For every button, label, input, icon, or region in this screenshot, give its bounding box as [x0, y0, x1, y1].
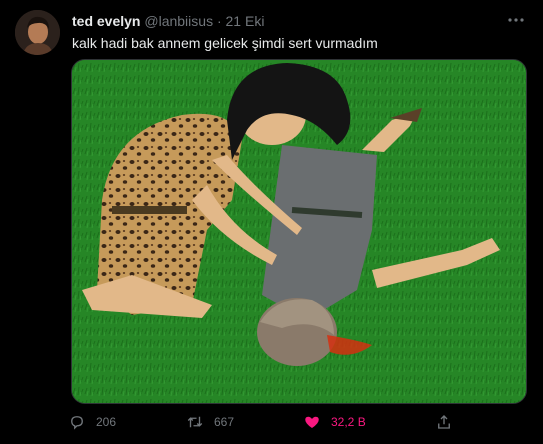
- cartoon-image: [72, 60, 526, 403]
- retweet-button[interactable]: 667: [186, 411, 234, 433]
- share-icon: [438, 415, 450, 429]
- user-handle[interactable]: @lanbiisus: [144, 13, 213, 29]
- tweet-header: ted evelyn @lanbiisus · 21 Eki: [72, 13, 264, 29]
- separator-dot: ·: [216, 13, 222, 29]
- reply-button[interactable]: 206: [68, 411, 116, 433]
- action-bar: 206 667 32,2 B: [68, 411, 518, 433]
- like-count: 32,2 B: [331, 415, 366, 429]
- display-name[interactable]: ted evelyn: [72, 13, 140, 29]
- avatar[interactable]: [15, 10, 60, 55]
- tweet-text: kalk hadi bak annem gelicek şimdi sert v…: [72, 35, 378, 51]
- heart-filled-icon: [305, 416, 319, 428]
- more-dots-icon[interactable]: [506, 12, 526, 28]
- retweet-icon: [187, 416, 203, 428]
- reply-count: 206: [96, 415, 117, 429]
- tweet-card[interactable]: ted evelyn @lanbiisus · 21 Eki kalk hadi…: [0, 0, 543, 444]
- tweet-media-image[interactable]: [71, 59, 527, 404]
- share-button[interactable]: [435, 411, 463, 433]
- tweet-date[interactable]: 21 Eki: [226, 13, 265, 29]
- like-button[interactable]: 32,2 B: [303, 411, 366, 433]
- retweet-count: 667: [214, 415, 235, 429]
- reply-icon: [71, 416, 83, 430]
